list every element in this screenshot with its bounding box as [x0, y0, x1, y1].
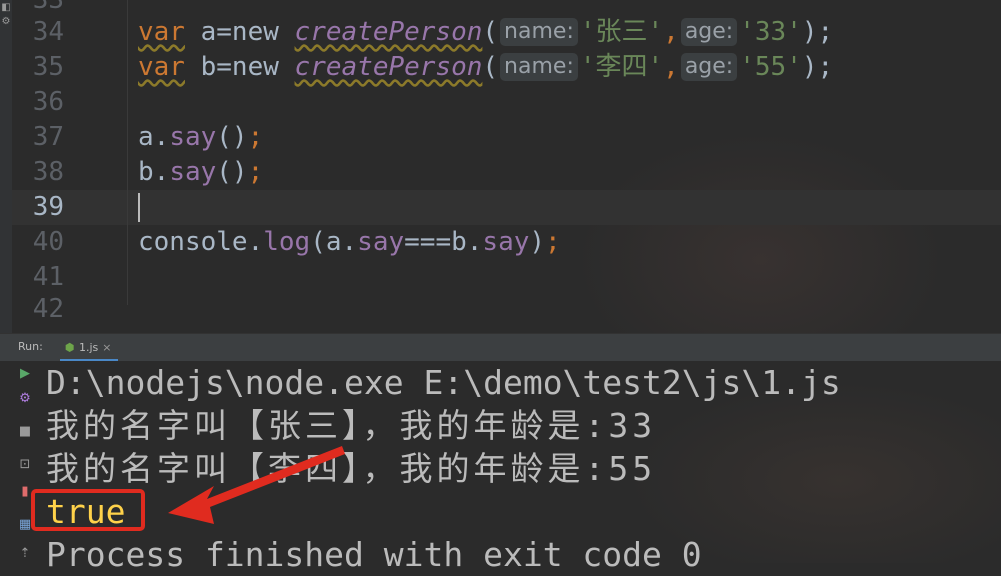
- line-number: 35: [32, 52, 64, 82]
- string-literal: '33': [739, 17, 802, 47]
- code-editor[interactable]: ◧ ⚙ 33 34 35 36 37 38 39 40 41 42 var a=…: [0, 0, 1001, 333]
- method-name: log: [263, 227, 311, 257]
- line-number: 34: [32, 17, 64, 47]
- run-tab-1js[interactable]: ⬢ 1.js ×: [60, 336, 118, 361]
- project-tool-icon[interactable]: ◧: [1, 2, 11, 14]
- paren: (: [482, 17, 499, 47]
- code-text: (): [216, 122, 248, 152]
- line-number: 41: [32, 262, 64, 292]
- code-text: );: [801, 17, 834, 47]
- code-text: a=new: [184, 17, 295, 47]
- code-text: (): [216, 157, 248, 187]
- text-caret: [138, 193, 140, 222]
- console-line-exit: Process finished with exit code 0: [46, 535, 702, 574]
- code-line-34[interactable]: var a=new createPerson(name: '张三', age: '33…: [138, 15, 833, 50]
- param-hint-age: age:: [680, 18, 738, 46]
- close-icon[interactable]: ×: [102, 341, 111, 354]
- line-number: 42: [32, 294, 64, 324]
- method-name: say: [169, 122, 217, 152]
- line-number: 38: [32, 157, 64, 187]
- line-number-current: 39: [32, 192, 64, 222]
- method-name: say: [357, 227, 405, 257]
- run-panel-header: Run: ⬢ 1.js ×: [0, 333, 1001, 361]
- node-icon: ⬢: [64, 340, 75, 354]
- code-text: (a.: [310, 227, 358, 257]
- pin-icon[interactable]: ⇡: [18, 547, 32, 561]
- code-line-38[interactable]: b.say();: [138, 155, 263, 190]
- string-literal: '张三': [579, 17, 664, 47]
- code-text: console.: [138, 227, 264, 257]
- method-name: say: [169, 157, 217, 187]
- code-text: b.: [451, 227, 483, 257]
- delete-icon[interactable]: ▮: [18, 485, 32, 499]
- code-line-37[interactable]: a.say();: [138, 120, 263, 155]
- current-line-highlight: [12, 190, 1001, 225]
- string-literal: '李四': [579, 52, 664, 82]
- keyword-var: var: [138, 52, 185, 82]
- code-text: );: [801, 52, 834, 82]
- param-hint-age: age:: [680, 53, 738, 81]
- code-line-35[interactable]: var b=new createPerson(name: '李四', age: '55…: [138, 50, 833, 85]
- console-line-output: 我的名字叫【李四】，我的年龄是:55: [46, 449, 657, 488]
- operator: ===: [404, 227, 452, 257]
- restore-layout-icon[interactable]: ⊡: [18, 458, 32, 472]
- run-label: Run:: [18, 340, 43, 353]
- comma: ,: [663, 17, 679, 47]
- comma: ,: [663, 52, 679, 82]
- code-line-40[interactable]: console.log(a.say===b.say);: [138, 225, 561, 260]
- settings-icon[interactable]: ⚙: [18, 392, 32, 406]
- code-text: ): [529, 227, 546, 257]
- function-name: createPerson: [294, 17, 483, 47]
- function-name: createPerson: [294, 52, 483, 82]
- run-tab-label: 1.js: [79, 341, 99, 354]
- side-tool-strip: ◧ ⚙: [0, 0, 12, 333]
- method-name: say: [482, 227, 530, 257]
- run-toolbar: ▶ ⚙ ■ ⊡ ▮ ▦ ⇡: [12, 361, 38, 563]
- code-text: b=new: [184, 52, 295, 82]
- string-literal: '55': [739, 52, 802, 82]
- console-line-output: 我的名字叫【张三】，我的年龄是:33: [46, 406, 657, 445]
- code-text: b.: [138, 157, 170, 187]
- gutter-separator: [127, 0, 128, 305]
- paren: (: [482, 52, 499, 82]
- semicolon: ;: [545, 227, 561, 257]
- run-icon[interactable]: ▶: [18, 367, 32, 381]
- keyword-var: var: [138, 17, 185, 47]
- semicolon: ;: [247, 157, 264, 187]
- layout-icon[interactable]: ▦: [18, 518, 32, 532]
- annotation-highlight-box: [31, 489, 145, 531]
- structure-tool-icon[interactable]: ⚙: [1, 16, 11, 28]
- semicolon: ;: [247, 122, 264, 152]
- line-number: 37: [32, 122, 64, 152]
- line-number: 36: [32, 87, 64, 117]
- param-hint-name: name:: [500, 53, 578, 81]
- code-text: a.: [138, 122, 170, 152]
- param-hint-name: name:: [500, 18, 578, 46]
- line-number: 40: [32, 227, 64, 257]
- stop-icon[interactable]: ■: [18, 425, 32, 439]
- console-line-command: D:\nodejs\node.exe E:\demo\test2\js\1.js: [46, 363, 841, 402]
